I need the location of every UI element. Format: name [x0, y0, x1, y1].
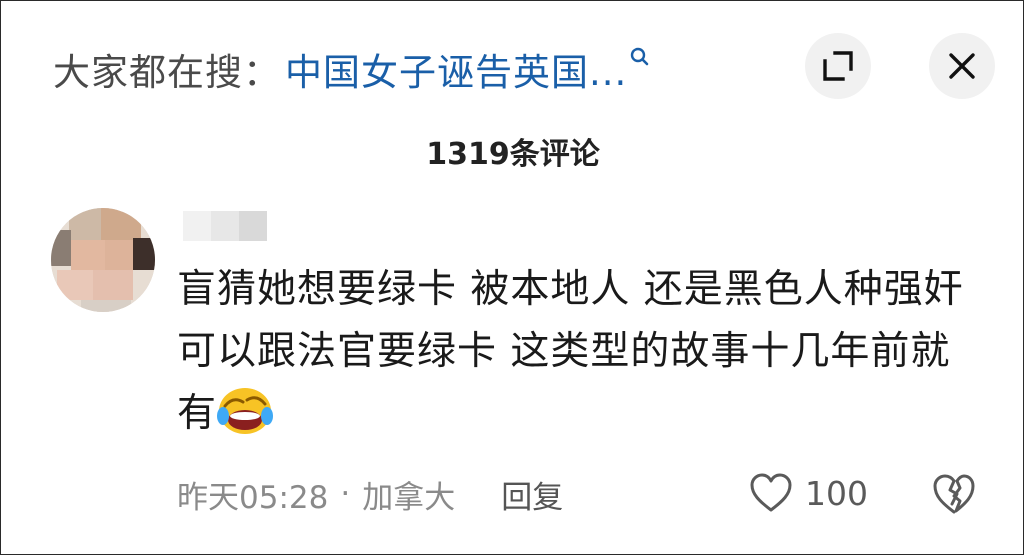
heart-icon [750, 473, 792, 512]
broken-heart-icon[interactable] [931, 471, 977, 517]
comment-body: 盲猜她想要绿卡 被本地人 还是黑色人种强奸 可以跟法官要绿卡 这类型的故事十几年… [177, 259, 987, 445]
comment-text: 盲猜她想要绿卡 被本地人 还是黑色人种强奸 可以跟法官要绿卡 这类型的故事十几年… [177, 267, 964, 436]
search-icon [631, 47, 649, 66]
comment-count-title: 1319条评论 [426, 137, 600, 172]
comment-time: 昨天05:28 [177, 479, 329, 516]
close-icon [949, 53, 975, 79]
like-button[interactable]: 100 [749, 469, 868, 517]
like-count: 100 [805, 473, 868, 513]
username-blurred[interactable] [183, 211, 267, 241]
meta-separator: · [340, 476, 351, 512]
avatar[interactable] [51, 208, 155, 312]
reply-button[interactable]: 回复 [501, 472, 563, 517]
search-prefix-label: 大家都在搜： [53, 51, 281, 94]
expand-icon [823, 51, 853, 81]
expand-button[interactable] [805, 33, 871, 99]
trending-search-bar[interactable]: 大家都在搜： 中国女子诬告英国... [53, 41, 651, 97]
rolling-laughing-emoji-icon [217, 388, 274, 434]
close-button[interactable] [929, 33, 995, 99]
comment-panel: 大家都在搜： 中国女子诬告英国... 1319条评论 盲猜她想要绿卡 被本地人 … [0, 0, 1024, 555]
comment-location: 加拿大 [362, 479, 456, 516]
trending-search-link[interactable]: 中国女子诬告英国... [285, 42, 627, 96]
comment-meta: 昨天05:28 · 加拿大 回复 [177, 471, 563, 517]
